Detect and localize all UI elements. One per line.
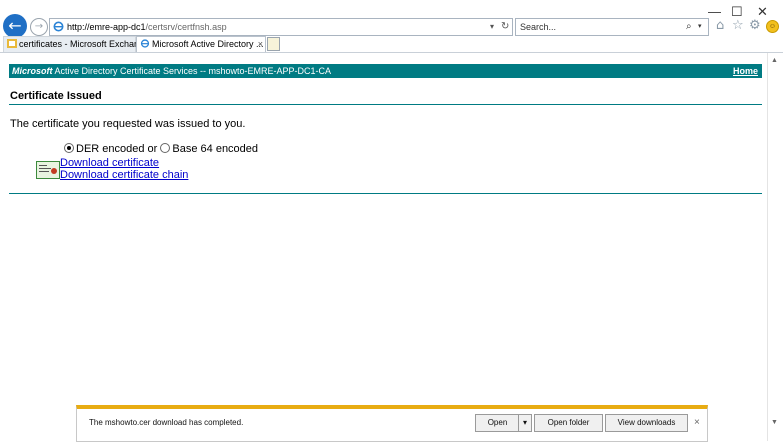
encoding-options: DER encoded or Base 64 encoded bbox=[64, 142, 258, 156]
tab-label: certificates - Microsoft Exchange bbox=[19, 39, 150, 49]
page-title: Certificate Issued bbox=[10, 90, 102, 102]
address-bar[interactable]: http://emre-app-dc1/certsrv/certfnsh.asp… bbox=[49, 18, 513, 36]
vertical-scrollbar[interactable]: ▲ ▼ bbox=[767, 53, 783, 441]
back-button[interactable]: ← bbox=[3, 14, 27, 38]
chevron-down-icon: ▾ bbox=[522, 418, 527, 427]
close-icon[interactable]: × bbox=[694, 417, 700, 428]
forward-button[interactable]: → bbox=[30, 18, 48, 36]
home-link[interactable]: Home bbox=[733, 64, 758, 78]
tab-bar: certificates - Microsoft Exchange Micros… bbox=[0, 36, 783, 53]
url-domain: http://emre-app-dc1 bbox=[67, 22, 146, 32]
certificate-icon bbox=[36, 161, 60, 179]
divider bbox=[9, 104, 762, 105]
url-path: /certsrv/certfnsh.asp bbox=[145, 22, 227, 32]
address-url: http://emre-app-dc1/certsrv/certfnsh.asp bbox=[67, 20, 227, 34]
exchange-tab-icon bbox=[7, 39, 17, 48]
der-encoded-label[interactable]: DER encoded bbox=[76, 143, 145, 155]
download-certificate-chain-link[interactable]: Download certificate chain bbox=[60, 169, 188, 182]
issued-message: The certificate you requested was issued… bbox=[10, 118, 246, 130]
feedback-smiley-icon[interactable]: ☺ bbox=[766, 20, 779, 33]
search-placeholder: Search... bbox=[520, 22, 557, 32]
base64-encoded-radio[interactable] bbox=[160, 143, 171, 153]
ie-tab-icon bbox=[140, 39, 150, 48]
browser-chrome: — ☐ ✕ ← → http://emre-app-dc1/certsrv/ce… bbox=[0, 0, 783, 53]
open-menu-button[interactable]: ▾ bbox=[518, 414, 532, 432]
der-encoded-radio[interactable] bbox=[64, 143, 74, 153]
view-downloads-button[interactable]: View downloads bbox=[605, 414, 688, 432]
address-dropdown-icon[interactable]: ▾ bbox=[490, 19, 494, 35]
search-dropdown-icon[interactable]: ▾ bbox=[698, 19, 702, 35]
tab-certsrv[interactable]: Microsoft Active Directory ... × bbox=[136, 36, 266, 52]
encoding-separator: or bbox=[144, 143, 161, 155]
download-message: The mshowto.cer download has completed. bbox=[89, 418, 244, 427]
banner-title: Active Directory Certificate Services --… bbox=[52, 66, 332, 76]
download-notification-bar: The mshowto.cer download has completed. … bbox=[76, 405, 708, 442]
forward-arrow-icon: → bbox=[34, 21, 44, 32]
search-icon[interactable]: ⌕ bbox=[686, 19, 692, 35]
back-arrow-icon: ← bbox=[8, 16, 22, 35]
refresh-icon[interactable]: ↻ bbox=[501, 19, 509, 35]
tab-close-icon[interactable]: × bbox=[258, 37, 263, 52]
new-tab-button[interactable] bbox=[267, 37, 280, 51]
search-box[interactable]: Search... ⌕ ▾ bbox=[515, 18, 709, 36]
tab-exchange[interactable]: certificates - Microsoft Exchange bbox=[3, 36, 149, 52]
page-content: Microsoft Active Directory Certificate S… bbox=[0, 53, 767, 403]
gear-icon[interactable]: ⚙ bbox=[749, 19, 761, 33]
banner-brand: Microsoft bbox=[12, 66, 53, 76]
favorites-star-icon[interactable]: ☆ bbox=[732, 19, 744, 33]
minimize-button[interactable]: — bbox=[708, 4, 721, 19]
scroll-up-icon[interactable]: ▲ bbox=[771, 57, 778, 64]
open-folder-button[interactable]: Open folder bbox=[534, 414, 603, 432]
tab-label: Microsoft Active Directory ... bbox=[152, 39, 264, 49]
adcs-banner: Microsoft Active Directory Certificate S… bbox=[9, 64, 762, 78]
open-button[interactable]: Open bbox=[475, 414, 520, 432]
divider bbox=[9, 193, 762, 194]
base64-encoded-label[interactable]: Base 64 encoded bbox=[172, 143, 258, 155]
ie-page-icon bbox=[53, 21, 64, 32]
scroll-down-icon[interactable]: ▼ bbox=[771, 419, 778, 426]
home-icon[interactable]: ⌂ bbox=[716, 19, 724, 33]
